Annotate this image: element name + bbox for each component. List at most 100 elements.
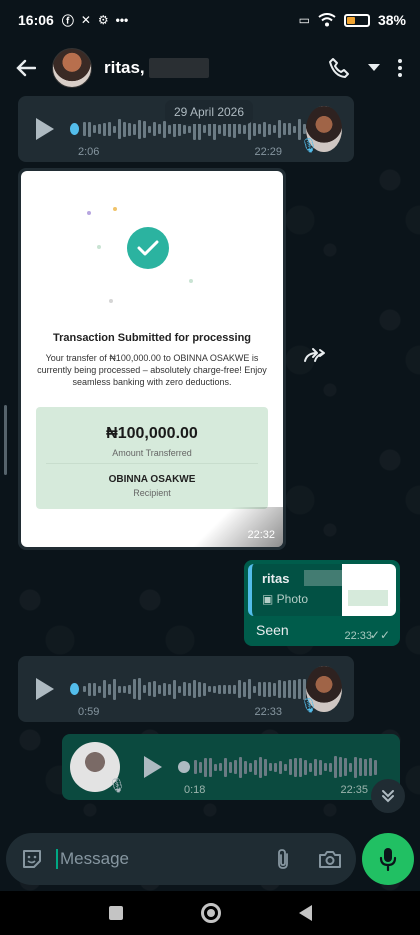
waveform-bar — [208, 122, 212, 136]
microphone-icon — [379, 848, 397, 871]
waveform-bar — [118, 119, 122, 139]
waveform-bar — [329, 762, 332, 772]
dropdown-icon[interactable] — [368, 64, 380, 72]
waveform-bar — [218, 124, 222, 134]
double-chevron-down-icon — [382, 790, 394, 803]
status-time: 16:06 — [18, 12, 54, 28]
play-icon[interactable] — [144, 756, 162, 778]
waveform-bar — [93, 682, 97, 696]
waveform-bar — [233, 684, 237, 694]
message-input[interactable]: Message — [56, 849, 129, 869]
waveform-bar — [244, 760, 247, 774]
waveform-bar — [123, 685, 127, 693]
message-composer[interactable]: Message — [6, 833, 356, 885]
quoted-type-label: Photo — [276, 592, 309, 606]
playback-handle[interactable] — [70, 123, 80, 135]
android-icon: ⚙ — [97, 13, 109, 27]
waveform-bar — [194, 760, 197, 774]
waveform-bar — [158, 124, 162, 134]
voice-message[interactable]: 🎙 0:59 22:33 — [18, 656, 354, 722]
quoted-message[interactable]: ritas ▣ Photo — [248, 564, 396, 616]
waveform-bar — [223, 684, 227, 694]
scroll-to-bottom-button[interactable] — [371, 779, 405, 813]
waveform-bar — [188, 682, 192, 696]
waveform-bar — [299, 757, 302, 777]
call-icon[interactable] — [328, 57, 350, 79]
waveform[interactable] — [83, 675, 307, 703]
waveform-bar — [269, 763, 272, 771]
waveform-bar — [238, 124, 242, 134]
reply-message[interactable]: ritas ▣ Photo Seen 22:33 ✓✓ — [244, 560, 400, 646]
waveform-bar — [339, 757, 342, 777]
waveform-bar — [128, 122, 132, 136]
waveform-bar — [364, 758, 367, 776]
contact-avatar[interactable] — [52, 48, 92, 88]
receipt-title: Transaction Submitted for processing — [52, 332, 252, 344]
waveform-bar — [298, 679, 302, 699]
mic-icon: 🎙 — [300, 137, 319, 153]
recents-button[interactable] — [108, 906, 123, 920]
waveform-bar — [198, 681, 202, 697]
image-message[interactable]: Transaction Submitted for processing You… — [18, 168, 286, 550]
transfer-amount: ₦100,000.00 — [106, 425, 198, 442]
receipt-summary-box: ₦100,000.00 Amount Transferred OBINNA OS… — [36, 407, 268, 509]
battery-icon — [343, 13, 370, 27]
quoted-sender: ritas — [262, 571, 290, 586]
waveform-bar — [138, 678, 142, 700]
waveform-bar — [238, 680, 242, 698]
waveform-bar — [243, 124, 247, 134]
waveform-bar — [98, 124, 102, 134]
waveform-bar — [293, 679, 297, 699]
waveform-bar — [183, 124, 187, 134]
waveform-bar — [289, 759, 292, 775]
waveform-bar — [148, 125, 152, 133]
waveform-bar — [113, 125, 117, 133]
camera-icon[interactable] — [318, 849, 342, 869]
message-text: Seen — [256, 622, 289, 638]
play-icon[interactable] — [36, 678, 54, 700]
voice-record-button[interactable] — [362, 833, 414, 885]
waveform-bar — [123, 121, 127, 137]
waveform-bar — [98, 685, 102, 693]
system-back-button[interactable] — [298, 905, 312, 921]
date-chip: 29 April 2026 — [165, 100, 253, 124]
waveform-bar — [173, 679, 177, 699]
sticker-icon[interactable] — [20, 847, 44, 871]
waveform-bar — [273, 125, 277, 133]
waveform-bar — [228, 684, 232, 694]
waveform-bar — [133, 679, 137, 699]
waveform-bar — [199, 761, 202, 773]
recipient-label: Recipient — [133, 488, 171, 498]
voice-duration: 0:59 — [78, 706, 100, 718]
voice-message[interactable]: 🎙 0:18 22:35 — [62, 734, 400, 800]
waveform-bar — [288, 680, 292, 698]
waveform-bar — [88, 121, 92, 137]
waveform-bar — [218, 684, 222, 694]
scrollbar[interactable] — [4, 405, 7, 475]
play-icon[interactable] — [36, 118, 54, 140]
waveform-bar — [83, 122, 87, 136]
waveform-bar — [263, 121, 267, 137]
waveform-bar — [213, 685, 217, 693]
receipt-image[interactable]: Transaction Submitted for processing You… — [21, 171, 283, 547]
waveform-bar — [93, 125, 97, 133]
waveform-bar — [143, 120, 147, 138]
success-check-icon — [127, 227, 169, 269]
waveform-bar — [88, 682, 92, 696]
more-icon[interactable] — [398, 59, 402, 77]
waveform-bar — [283, 680, 287, 698]
forward-button[interactable] — [300, 343, 330, 367]
back-button[interactable] — [0, 59, 52, 77]
playback-handle[interactable] — [178, 761, 190, 773]
playback-handle[interactable] — [70, 683, 80, 695]
waveform[interactable] — [194, 753, 377, 781]
waveform-bar — [253, 685, 257, 693]
waveform-bar — [193, 680, 197, 698]
waveform-bar — [108, 683, 112, 695]
home-button[interactable] — [200, 903, 221, 923]
waveform-bar — [223, 122, 227, 136]
waveform-bar — [274, 762, 277, 772]
waveform-bar — [264, 758, 267, 776]
attach-icon[interactable] — [276, 848, 290, 870]
contact-name[interactable]: ritas, — [104, 58, 145, 78]
